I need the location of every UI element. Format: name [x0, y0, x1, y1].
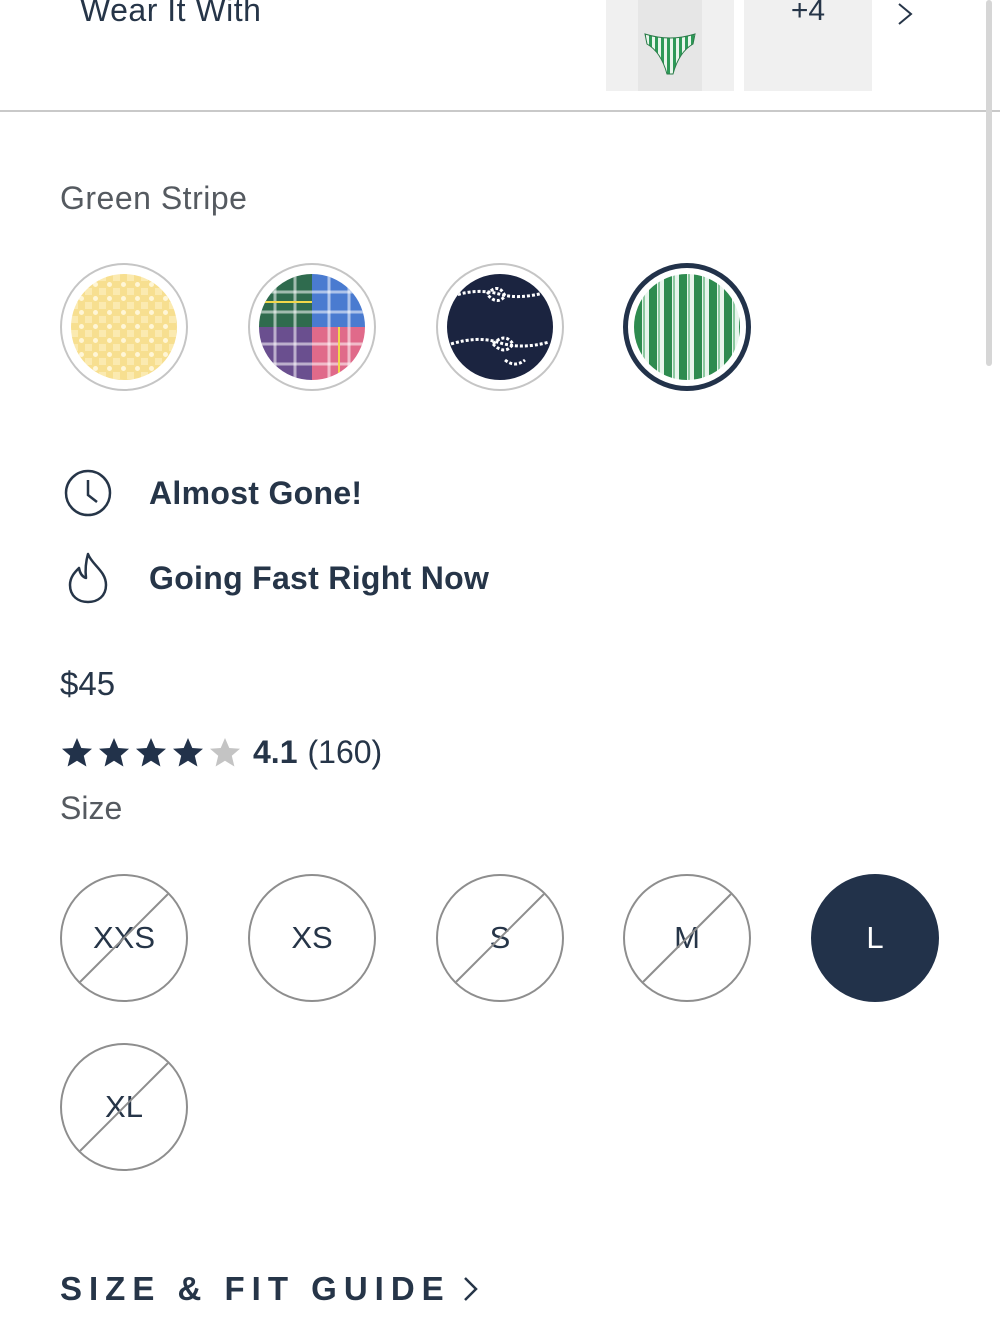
going-fast-text: Going Fast Right Now — [149, 559, 490, 596]
rating[interactable]: 4.1 (160) — [60, 730, 382, 774]
wear-it-with-thumbnail[interactable] — [606, 0, 734, 91]
green-stripe-pattern — [634, 274, 740, 380]
wear-it-with-bar: Wear It With +4 — [0, 0, 1000, 112]
going-fast-badge: Going Fast Right Now — [60, 550, 489, 606]
unavailable-slash — [642, 893, 732, 983]
swatch-madras-patchwork[interactable] — [248, 263, 376, 391]
more-items-button[interactable]: +4 — [744, 0, 872, 91]
madras-patchwork-pattern — [259, 274, 365, 380]
star-icon — [62, 738, 92, 767]
size-option-label: L — [866, 920, 884, 955]
rating-value: 4.1 — [253, 733, 298, 770]
navy-rope-pattern — [447, 274, 553, 380]
price: $45 — [60, 665, 116, 702]
star-icon — [173, 738, 203, 767]
chevron-right-icon[interactable] — [895, 0, 917, 28]
size-option-s[interactable]: S — [436, 874, 564, 1002]
swatch-green-stripe[interactable] — [623, 263, 751, 391]
wear-it-with-label: Wear It With — [80, 0, 262, 28]
selected-color-name: Green Stripe — [60, 180, 248, 216]
star-icon — [136, 738, 166, 767]
size-option-l[interactable]: L — [811, 874, 939, 1002]
unavailable-slash — [455, 893, 545, 983]
yellow-seersucker-pattern — [71, 274, 177, 380]
size-option-xxs[interactable]: XXS — [60, 874, 188, 1002]
chevron-right-icon — [463, 1277, 478, 1301]
size-fit-guide-link[interactable]: SIZE & FIT GUIDE — [60, 1270, 479, 1308]
star-icon — [210, 738, 240, 767]
swatch-navy-rope[interactable] — [436, 263, 564, 391]
star-icon — [99, 738, 129, 767]
size-fit-guide-label: SIZE & FIT GUIDE — [60, 1270, 451, 1307]
clock-icon — [60, 465, 116, 521]
review-count[interactable]: (160) — [307, 734, 382, 771]
size-option-label: XS — [291, 920, 333, 955]
star-rating — [60, 736, 245, 768]
bikini-bottom-image — [644, 33, 696, 75]
size-option-xs[interactable]: XS — [248, 874, 376, 1002]
size-option-m[interactable]: M — [623, 874, 751, 1002]
unavailable-slash — [79, 1062, 169, 1152]
almost-gone-badge: Almost Gone! — [60, 465, 362, 521]
flame-icon — [60, 550, 116, 606]
more-items-count: +4 — [790, 0, 826, 27]
almost-gone-text: Almost Gone! — [149, 474, 363, 511]
unavailable-slash — [79, 893, 169, 983]
scrollbar[interactable] — [986, 0, 992, 366]
size-option-xl[interactable]: XL — [60, 1043, 188, 1171]
swatch-yellow-seersucker[interactable] — [60, 263, 188, 391]
size-label: Size — [60, 790, 123, 826]
